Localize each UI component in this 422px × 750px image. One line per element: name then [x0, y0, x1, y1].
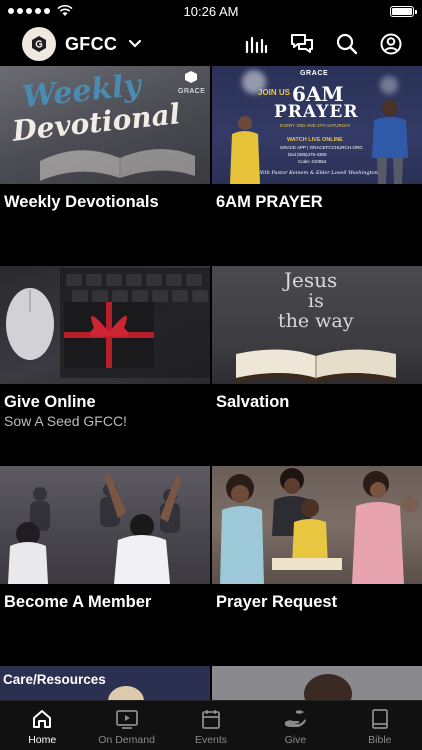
- family-praying-thumbnail: [212, 466, 422, 584]
- tab-label: Events: [194, 734, 228, 746]
- calendar-icon: [202, 710, 220, 729]
- search-icon: [336, 33, 358, 55]
- tile-title: Weekly Devotionals: [4, 193, 159, 211]
- tab-label: On Demand: [98, 734, 155, 746]
- tab-label: Give: [284, 734, 307, 746]
- portrait-graphic: [304, 674, 352, 700]
- tab-events[interactable]: Events: [169, 701, 253, 750]
- tab-bar: Home On Demand Events Give Bible: [0, 700, 422, 750]
- user-circle-icon: [380, 33, 402, 55]
- tab-give[interactable]: Give: [253, 701, 337, 750]
- church-logo: [22, 27, 56, 61]
- top-nav: GFCC: [0, 22, 422, 66]
- tile-title: 6AM PRAYER: [216, 193, 323, 211]
- salvation-thumbnail: Jesus is the way: [212, 266, 422, 384]
- devotional-thumbnail: Weekly Devotional GRACE: [0, 66, 210, 184]
- tile-salvation[interactable]: Jesus is the way Salvation: [212, 266, 422, 466]
- give-hand-icon: [285, 710, 307, 727]
- search-button[interactable]: [336, 33, 358, 55]
- worship-photo-thumbnail: [0, 466, 210, 584]
- tile-subtitle: Sow A Seed GFCC!: [4, 413, 127, 429]
- tile-weekly-devotionals[interactable]: Weekly Devotional GRACE Weekly Devotiona…: [0, 66, 210, 266]
- heart-graphic: [108, 686, 144, 700]
- tab-label: Home: [28, 734, 57, 746]
- tile-title: Become A Member: [4, 593, 152, 611]
- tile-next[interactable]: [212, 666, 422, 700]
- profile-button[interactable]: [380, 33, 402, 55]
- tile-become-a-member[interactable]: Become A Member: [0, 466, 210, 666]
- signal-strength: [8, 5, 73, 17]
- messages-button[interactable]: [290, 33, 314, 55]
- live-audio-button[interactable]: [244, 34, 268, 54]
- tab-home[interactable]: Home: [0, 701, 84, 750]
- prayer-flyer-thumbnail: GRACE JOIN US 6AM PRAYER EVERY 2ND AND 4…: [212, 66, 422, 184]
- tile-care-resources[interactable]: Care/Resources: [0, 666, 210, 700]
- grace-badge: GRACE: [178, 70, 205, 95]
- wifi-icon: [57, 5, 73, 16]
- chat-bubbles-icon: [291, 34, 313, 53]
- tab-on-demand[interactable]: On Demand: [84, 701, 168, 750]
- tile-title: Prayer Request: [216, 593, 338, 611]
- tab-label: Bible: [368, 734, 392, 746]
- status-bar: 10:26 AM: [0, 0, 422, 22]
- care-resources-label: Care/Resources: [3, 672, 106, 687]
- audio-bars-icon: [245, 36, 268, 54]
- content-grid: Weekly Devotional GRACE Weekly Devotiona…: [0, 66, 422, 700]
- clock: 10:26 AM: [183, 3, 239, 19]
- tile-prayer-request[interactable]: Prayer Request: [212, 466, 422, 666]
- tile-title: Give Online: [4, 393, 96, 411]
- church-switcher[interactable]: GFCC: [22, 27, 142, 61]
- play-icon: [115, 710, 138, 729]
- battery-icon: [390, 5, 417, 17]
- tab-bible[interactable]: Bible: [338, 701, 422, 750]
- home-icon: [33, 710, 52, 728]
- book-icon: [371, 709, 388, 729]
- church-name: GFCC: [65, 33, 118, 54]
- give-thumbnail: [0, 266, 210, 384]
- chevron-down-icon: [129, 39, 142, 48]
- speakers-photo: [230, 100, 408, 184]
- tile-give-online[interactable]: Give Online Sow A Seed GFCC!: [0, 266, 210, 466]
- tile-title: Salvation: [216, 393, 290, 411]
- tile-6am-prayer[interactable]: GRACE JOIN US 6AM PRAYER EVERY 2ND AND 4…: [212, 66, 422, 266]
